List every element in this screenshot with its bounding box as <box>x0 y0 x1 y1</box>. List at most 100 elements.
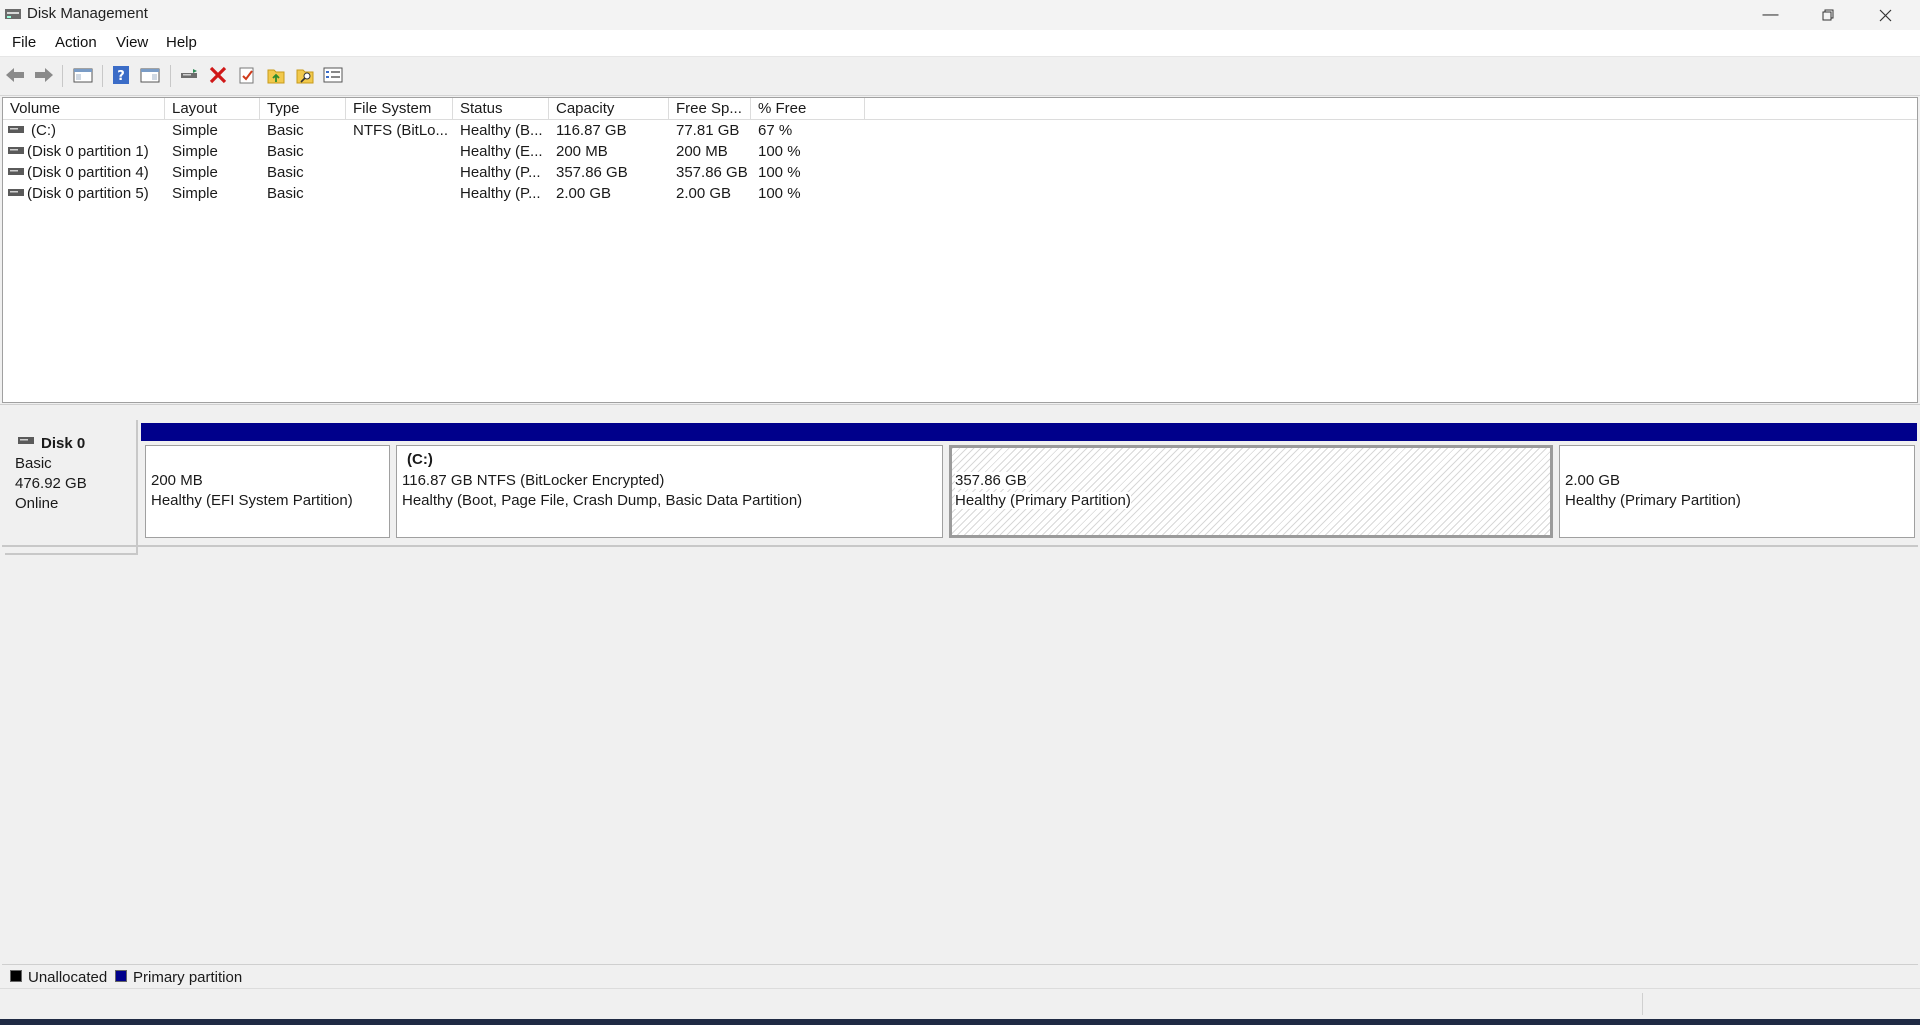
menu-action[interactable]: Action <box>55 34 97 51</box>
legend-unallocated: Unallocated <box>28 969 108 986</box>
connect-disk-icon <box>181 69 197 78</box>
column-header-layout[interactable]: Layout <box>165 98 260 119</box>
disk-size: 476.92 GB <box>15 475 87 492</box>
cell-layout: Simple <box>172 164 218 181</box>
partition-size: 357.86 GB <box>955 472 1027 489</box>
cell-capacity: 357.86 GB <box>556 164 628 181</box>
partition-body: (C:) 116.87 GB NTFS (BitLocker Encrypted… <box>396 445 943 538</box>
partition-efi[interactable]: 200 MB Healthy (EFI System Partition) <box>141 423 392 538</box>
disk-row-divider <box>2 545 1918 547</box>
check-properties-icon <box>239 67 254 84</box>
console-tree-icon <box>73 68 93 83</box>
restore-button[interactable] <box>1799 0 1856 30</box>
delete-icon <box>209 66 227 84</box>
show-hide-action-pane-button[interactable] <box>139 64 161 86</box>
volume-drive-icon <box>8 147 24 154</box>
table-row[interactable]: (Disk 0 partition 5) Simple Basic Health… <box>3 183 903 204</box>
toolbar-separator <box>102 65 103 87</box>
cell-type: Basic <box>267 185 304 202</box>
back-arrow-icon <box>6 68 24 82</box>
menu-bar: File Action View Help <box>0 30 1920 57</box>
partition-size: 116.87 GB NTFS (BitLocker Encrypted) <box>402 472 665 489</box>
column-header-file-system[interactable]: File System <box>346 98 453 119</box>
menu-file[interactable]: File <box>12 34 36 51</box>
status-bar-divider <box>1642 993 1643 1015</box>
svg-text:?: ? <box>117 69 125 84</box>
cell-capacity: 2.00 GB <box>556 185 612 202</box>
close-icon <box>1879 9 1892 21</box>
taskbar-edge <box>0 1019 1920 1025</box>
column-headers: Volume Layout Type File System Status Ca… <box>3 98 1917 120</box>
cell-capacity: 200 MB <box>556 143 608 160</box>
partition-name: (C:) <box>407 451 433 468</box>
disk-graphical-view: Disk 0 Basic 476.92 GB Online 200 MB Hea… <box>2 410 1918 963</box>
cell-percent-free: 100 % <box>758 143 801 160</box>
help-button[interactable]: ? <box>110 64 132 86</box>
help-icon: ? <box>113 66 129 84</box>
delete-button[interactable] <box>207 64 229 86</box>
column-header-capacity[interactable]: Capacity <box>549 98 669 119</box>
cell-volume: (Disk 0 partition 1) <box>27 143 149 160</box>
menu-help[interactable]: Help <box>166 34 197 51</box>
partition-body-selected: 357.86 GB Healthy (Primary Partition) <box>949 445 1553 538</box>
properties-button[interactable] <box>236 64 258 86</box>
legend-primary-partition: Primary partition <box>133 969 243 986</box>
partition-c-drive[interactable]: (C:) 116.87 GB NTFS (BitLocker Encrypted… <box>392 423 945 538</box>
disk-drive-icon <box>18 437 34 444</box>
forward-arrow-icon <box>35 68 53 82</box>
explore-folder-icon <box>296 69 314 84</box>
cell-volume: (C:) <box>31 122 56 139</box>
column-header-type[interactable]: Type <box>260 98 346 119</box>
cell-layout: Simple <box>172 122 218 139</box>
partition-4-selected[interactable]: 357.86 GB Healthy (Primary Partition) <box>945 423 1555 538</box>
partition-body: 2.00 GB Healthy (Primary Partition) <box>1559 445 1915 538</box>
column-header-free-space[interactable]: Free Sp... <box>669 98 751 119</box>
partition-5[interactable]: 2.00 GB Healthy (Primary Partition) <box>1555 423 1917 538</box>
partition-size: 2.00 GB <box>1565 472 1621 489</box>
cell-percent-free: 100 % <box>758 164 801 181</box>
primary-partition-bar <box>1555 423 1917 441</box>
cell-file-system: NTFS (BitLo... <box>353 122 448 139</box>
settings-button[interactable] <box>322 64 344 86</box>
column-header-volume[interactable]: Volume <box>3 98 165 119</box>
cell-type: Basic <box>267 143 304 160</box>
cell-free-space: 2.00 GB <box>676 185 732 202</box>
cell-capacity: 116.87 GB <box>556 122 627 139</box>
open-button[interactable] <box>265 64 287 86</box>
cell-free-space: 357.86 GB <box>676 164 748 181</box>
forward-button[interactable] <box>33 64 55 86</box>
cell-percent-free: 67 % <box>758 122 793 139</box>
primary-partition-swatch <box>115 970 127 982</box>
show-hide-icon <box>140 68 160 83</box>
table-row[interactable]: (C:) Simple Basic NTFS (BitLo... Healthy… <box>3 120 903 141</box>
close-window-button[interactable] <box>1857 0 1914 30</box>
status-bar <box>0 988 1920 1019</box>
show-hide-console-tree-button[interactable] <box>72 64 94 86</box>
title-bar: Disk Management — <box>0 0 1920 30</box>
disk-0-label[interactable]: Disk 0 Basic 476.92 GB Online <box>5 420 138 555</box>
volume-drive-icon <box>8 126 24 133</box>
open-folder-icon <box>267 69 285 84</box>
table-row[interactable]: (Disk 0 partition 4) Simple Basic Health… <box>3 162 903 183</box>
menu-view[interactable]: View <box>116 34 148 51</box>
cell-free-space: 200 MB <box>676 143 728 160</box>
primary-partition-bar <box>392 423 945 441</box>
cell-volume: (Disk 0 partition 4) <box>27 164 149 181</box>
minimize-button[interactable]: — <box>1742 0 1799 30</box>
cell-status: Healthy (E... <box>460 143 543 160</box>
cell-type: Basic <box>267 164 304 181</box>
cell-layout: Simple <box>172 143 218 160</box>
cell-status: Healthy (P... <box>460 164 541 181</box>
column-header-percent-free[interactable]: % Free <box>751 98 865 119</box>
column-header-status[interactable]: Status <box>453 98 549 119</box>
explore-button[interactable] <box>294 64 316 86</box>
back-button[interactable] <box>4 64 26 86</box>
cell-status: Healthy (P... <box>460 185 541 202</box>
primary-partition-bar <box>945 423 1555 441</box>
partition-status: Healthy (EFI System Partition) <box>151 492 353 509</box>
volume-drive-icon <box>8 168 24 175</box>
connect-disk-button[interactable] <box>178 64 200 86</box>
table-row[interactable]: (Disk 0 partition 1) Simple Basic Health… <box>3 141 903 162</box>
disk-status: Online <box>15 495 59 512</box>
volume-drive-icon <box>8 189 24 196</box>
